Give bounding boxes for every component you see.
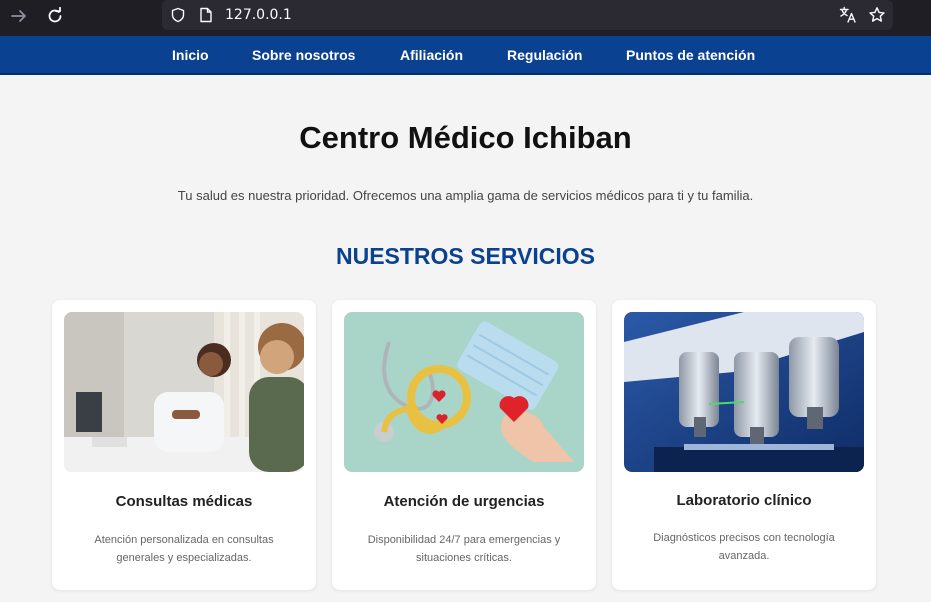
reload-icon[interactable] [41, 4, 69, 28]
nav-item-afiliacion[interactable]: Afiliación [400, 47, 463, 63]
card-description: Diagnósticos precisos con tecnología ava… [653, 532, 835, 562]
main-nav: Inicio Sobre nosotros Afiliación Regulac… [0, 36, 931, 75]
nav-item-regulacion[interactable]: Regulación [507, 47, 582, 63]
stethoscope-photo [344, 312, 584, 472]
shield-icon[interactable] [168, 5, 188, 25]
url-bar[interactable]: 127.0.0.1 [162, 0, 893, 30]
consultation-photo [64, 312, 304, 472]
page-title: Centro Médico Ichiban [299, 120, 632, 155]
nav-item-sobre-nosotros[interactable]: Sobre nosotros [252, 47, 355, 63]
card-description: Atención personalizada en consultas gene… [94, 534, 274, 564]
services-heading: NUESTROS SERVICIOS [335, 243, 596, 269]
translate-icon[interactable] [838, 5, 858, 25]
page-icon [196, 5, 216, 25]
nav-item-puntos-de-atencion[interactable]: Puntos de atención [626, 47, 755, 63]
card-title: Atención de urgencias [383, 493, 545, 510]
microscope-photo [624, 312, 864, 472]
card-title: Consultas médicas [115, 493, 253, 510]
url-text[interactable]: 127.0.0.1 [225, 7, 292, 23]
service-card-urgencias: Atención de urgencias Disponibilidad 24/… [332, 300, 596, 590]
star-icon[interactable] [867, 5, 887, 25]
card-description: Disponibilidad 24/7 para emergencias y s… [367, 534, 561, 564]
service-card-consultas: Consultas médicas Atención personalizada… [52, 300, 316, 590]
card-title: Laboratorio clínico [676, 492, 812, 509]
service-card-laboratorio: Laboratorio clínico Diagnósticos preciso… [612, 300, 876, 590]
forward-arrow-icon[interactable] [5, 4, 33, 28]
nav-item-inicio[interactable]: Inicio [172, 47, 209, 63]
hero-subtitle: Tu salud es nuestra prioridad. Ofrecemos… [177, 188, 754, 203]
browser-toolbar: 127.0.0.1 [0, 0, 931, 36]
